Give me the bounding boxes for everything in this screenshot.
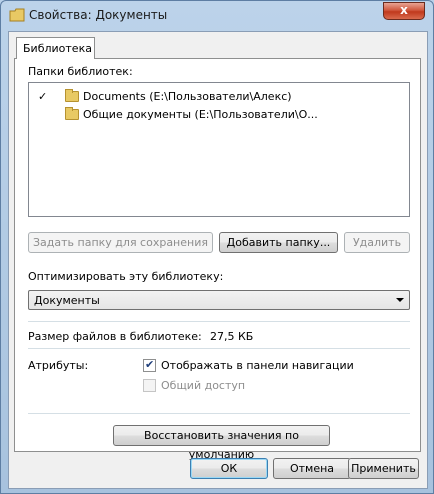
add-folder-button[interactable]: Добавить папку... — [219, 232, 338, 253]
apply-button[interactable]: Применить — [348, 458, 419, 479]
list-item[interactable]: Общие документы (E:\Пользователи\О... — [29, 106, 409, 124]
dialog-client: Библиотека Папки библиотек: ✓ Documents … — [8, 31, 428, 489]
close-button[interactable]: x — [383, 2, 425, 20]
show-in-nav-checkbox[interactable] — [143, 358, 156, 372]
window-title: Свойства: Документы — [29, 8, 168, 22]
size-label: Размер файлов в библиотеке: — [28, 330, 202, 343]
list-item[interactable]: ✓ Documents (E:\Пользователи\Алекс) — [29, 88, 409, 106]
remove-button[interactable]: Удалить — [344, 232, 410, 253]
attributes-label: Атрибуты: — [28, 359, 89, 372]
properties-window: Свойства: Документы x Библиотека Папки б… — [0, 0, 434, 494]
folder-icon — [65, 89, 79, 102]
divider — [28, 413, 410, 414]
library-folders-list[interactable]: ✓ Documents (E:\Пользователи\Алекс) Общи… — [28, 82, 410, 217]
title-bar[interactable]: Свойства: Документы x — [1, 1, 433, 31]
optimize-select[interactable]: Документы — [28, 290, 410, 310]
set-save-folder-button[interactable]: Задать папку для сохранения — [28, 232, 213, 253]
tab-library[interactable]: Библиотека — [16, 37, 95, 59]
divider — [28, 348, 410, 349]
cancel-button[interactable]: Отмена — [273, 458, 351, 479]
show-in-nav-label[interactable]: Отображать в панели навигации — [161, 359, 354, 372]
folder-path: Общие документы (E:\Пользователи\О... — [83, 108, 318, 121]
restore-defaults-button[interactable]: Восстановить значения по умолчанию — [113, 425, 330, 461]
folder-icon — [65, 107, 79, 120]
size-value: 27,5 КБ — [210, 330, 254, 343]
divider — [28, 321, 410, 322]
close-icon: x — [400, 3, 408, 17]
folders-label: Папки библиотек: — [28, 65, 133, 78]
shared-label: Общий доступ — [161, 379, 246, 392]
ok-button[interactable]: ОК — [190, 458, 268, 479]
library-tab-panel: Папки библиотек: ✓ Documents (E:\Пользов… — [14, 58, 421, 461]
shared-checkbox[interactable] — [143, 379, 156, 392]
optimize-label: Оптимизировать эту библиотеку: — [28, 270, 224, 283]
optimize-value: Документы — [34, 294, 100, 307]
folder-path: Documents (E:\Пользователи\Алекс) — [83, 90, 292, 103]
default-save-check-icon: ✓ — [38, 90, 48, 103]
folder-icon — [9, 8, 25, 22]
chevron-down-icon — [396, 298, 404, 302]
